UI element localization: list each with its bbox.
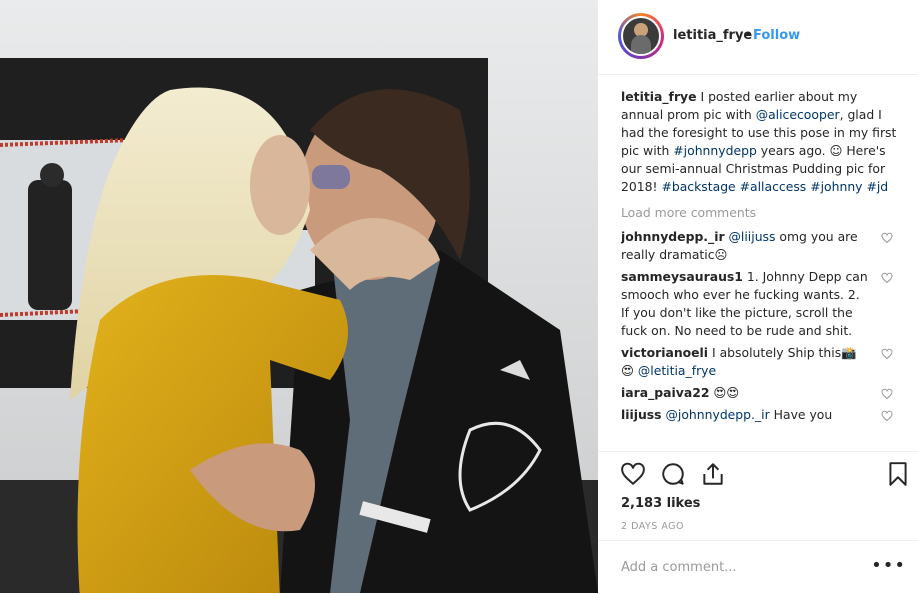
caption-link[interactable]: #backstage [661,179,735,194]
comment-username[interactable]: johnnydepp._ir [621,229,725,244]
comment-bubble-icon[interactable] [660,461,686,487]
header-username[interactable]: letitia_frye [673,28,752,43]
add-comment-input[interactable]: Add a comment... [621,560,737,575]
more-options-icon[interactable]: ••• [871,555,906,576]
post-caption: letitia_frye I posted earlier about my a… [621,88,899,196]
comment-link[interactable]: @liijuss [729,229,776,244]
caption-link[interactable]: #johnnydepp [673,143,757,158]
caption-link[interactable]: #allaccess [740,179,807,194]
follow-button[interactable]: Follow [753,28,800,43]
comment-username[interactable]: sammeysauraus1 [621,269,743,284]
post-timestamp[interactable]: 2 DAYS AGO [621,521,684,532]
comment-item: liijuss @johnnydepp._ir Have you [621,406,899,424]
comment-username[interactable]: iara_paiva22 [621,385,709,400]
comments-list[interactable]: letitia_frye I posted earlier about my a… [621,88,899,448]
post-actions-bar [598,451,918,496]
post-header: letitia_frye • Follow [598,0,918,75]
bookmark-icon[interactable] [885,461,911,487]
avatar-image [621,16,661,56]
header-separator: • [744,28,752,43]
post-photo[interactable] [0,0,598,593]
share-icon[interactable] [700,461,726,487]
comment-item: iara_paiva22 😍😍 [621,384,899,402]
caption-link[interactable]: #johnny [810,179,862,194]
comment-like-heart-icon[interactable] [881,272,893,284]
add-comment-bar: Add a comment... ••• [598,540,918,594]
comment-username[interactable]: victorianoeli [621,345,708,360]
comment-like-heart-icon[interactable] [881,348,893,360]
caption-username[interactable]: letitia_frye [621,89,697,104]
caption-link[interactable]: #jd [866,179,888,194]
profile-avatar[interactable] [618,13,664,59]
likes-count[interactable]: 2,183 likes [621,496,700,511]
comment-link[interactable]: @johnnydepp._ir [666,407,770,422]
load-more-comments-button[interactable]: Load more comments [621,204,899,222]
comment-item: victorianoeli I absolutely Ship this📸😍 @… [621,344,899,380]
comment-like-heart-icon[interactable] [881,232,893,244]
comment-text: Have you [769,407,833,422]
post-side-panel: letitia_frye • Follow letitia_frye I pos… [598,0,918,593]
comment-item: sammeysauraus1 1. Johnny Depp can smooch… [621,268,899,340]
heart-icon[interactable] [620,461,646,487]
comment-like-heart-icon[interactable] [881,388,893,400]
comment-text: 😍😍 [709,385,740,400]
post-photo-image [0,0,598,593]
comment-item: johnnydepp._ir @liijuss omg you are real… [621,228,899,264]
caption-link[interactable]: @alicecooper [756,107,840,122]
comment-like-heart-icon[interactable] [881,410,893,422]
comment-link[interactable]: @letitia_frye [638,363,716,378]
comment-username[interactable]: liijuss [621,407,662,422]
